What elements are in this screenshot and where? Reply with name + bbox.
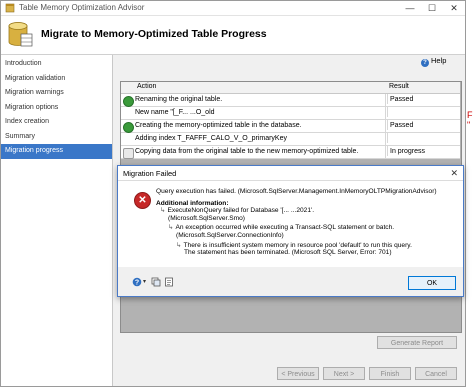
sidebar-item-migration-options[interactable]: Migration options	[1, 101, 112, 116]
sidebar-item-index-creation[interactable]: Index creation	[1, 115, 112, 130]
table-row: Creating the memory-optimized table in t…	[121, 120, 460, 133]
error-detail-3: There is insufficient system memory in r…	[183, 241, 412, 249]
row-result: In progress	[387, 146, 425, 156]
cancel-button[interactable]: Cancel	[415, 367, 457, 380]
help-icon[interactable]: ?	[132, 277, 142, 287]
error-detail-2-source: (Microsoft.SqlServer.ConnectionInfo)	[176, 231, 284, 239]
grid-header: Action Result	[121, 82, 460, 94]
table-row: New name "[_F... ...O_old	[121, 107, 460, 120]
next-button[interactable]: Next >	[323, 367, 365, 380]
finish-button[interactable]: Finish	[369, 367, 411, 380]
maximize-icon[interactable]: ☐	[421, 1, 443, 15]
copy-icon[interactable]	[151, 277, 161, 287]
table-row: Copying data from the original table to …	[121, 146, 460, 159]
in-progress-icon	[123, 147, 134, 159]
database-table-icon	[8, 22, 33, 47]
error-detail-2: An exception occurred while executing a …	[175, 224, 395, 232]
help-label: Help	[431, 56, 447, 65]
row-action: Renaming the original table.	[135, 96, 223, 103]
column-header-action: Action	[137, 83, 157, 90]
ok-button[interactable]: OK	[408, 276, 456, 290]
passed-icon	[123, 95, 134, 107]
sidebar-item-migration-validation[interactable]: Migration validation	[1, 72, 112, 87]
row-action: Creating the memory-optimized table in t…	[135, 122, 302, 129]
row-action: New name "[_F... ...O_old	[135, 109, 215, 116]
row-result	[387, 107, 390, 117]
page-header: Migrate to Memory-Optimized Table Progre…	[1, 16, 465, 55]
dialog-footer: ? ▾ OK	[118, 267, 463, 296]
close-icon[interactable]: ✕	[443, 1, 465, 15]
help-link[interactable]: ? Help	[421, 56, 446, 67]
error-icon: ✕	[134, 192, 151, 209]
previous-button[interactable]: < Previous	[277, 367, 319, 380]
row-action: Adding index T_FAFFF_CALO_V_O_primaryKey	[135, 135, 287, 142]
table-row: Renaming the original table. Passed	[121, 94, 460, 107]
row-result: Passed	[387, 94, 413, 104]
passed-icon	[123, 121, 134, 133]
sidebar-item-migration-warnings[interactable]: Migration warnings	[1, 86, 112, 101]
background-window-text: F "	[467, 110, 473, 130]
error-detail-1: ExecuteNonQuery failed for Database '[..…	[167, 207, 315, 215]
svg-text:?: ?	[135, 280, 139, 287]
wizard-sidebar: Introduction Migration validation Migrat…	[1, 55, 113, 386]
error-detail-3-source: The statement has been terminated. (Micr…	[184, 249, 392, 257]
migration-failed-dialog: Migration Failed ✕ ✕ Query execution has…	[117, 165, 464, 297]
main-error-text: Query execution has failed. (Microsoft.S…	[156, 188, 437, 195]
dialog-titlebar: Migration Failed ✕	[118, 166, 463, 181]
app-icon	[5, 3, 15, 13]
error-detail-1-source: (Microsoft.SqlServer.Smo)	[168, 214, 245, 222]
chevron-down-icon[interactable]: ▾	[143, 278, 146, 285]
sidebar-item-summary[interactable]: Summary	[1, 130, 112, 145]
dialog-body: ✕ Query execution has failed. (Microsoft…	[118, 181, 463, 267]
dialog-close-icon[interactable]: ✕	[450, 168, 458, 179]
column-header-result: Result	[389, 83, 409, 90]
row-action: Copying data from the original table to …	[135, 148, 359, 155]
sidebar-item-introduction[interactable]: Introduction	[1, 57, 112, 72]
details-icon[interactable]	[164, 277, 174, 287]
table-row: Adding index T_FAFFF_CALO_V_O_primaryKey	[121, 133, 460, 146]
row-result: Passed	[387, 120, 413, 130]
generate-report-button[interactable]: Generate Report	[377, 336, 457, 349]
row-result	[387, 133, 390, 143]
help-icon: ?	[421, 59, 429, 67]
dialog-title: Migration Failed	[123, 169, 177, 178]
window-title: Table Memory Optimization Advisor	[19, 3, 145, 12]
minimize-icon[interactable]: —	[399, 1, 421, 15]
window-titlebar: Table Memory Optimization Advisor — ☐ ✕	[1, 1, 465, 16]
page-title: Migrate to Memory-Optimized Table Progre…	[41, 28, 267, 40]
error-message: Query execution has failed. (Microsoft.S…	[156, 188, 456, 257]
sidebar-item-migration-progress[interactable]: Migration progress	[1, 144, 112, 159]
